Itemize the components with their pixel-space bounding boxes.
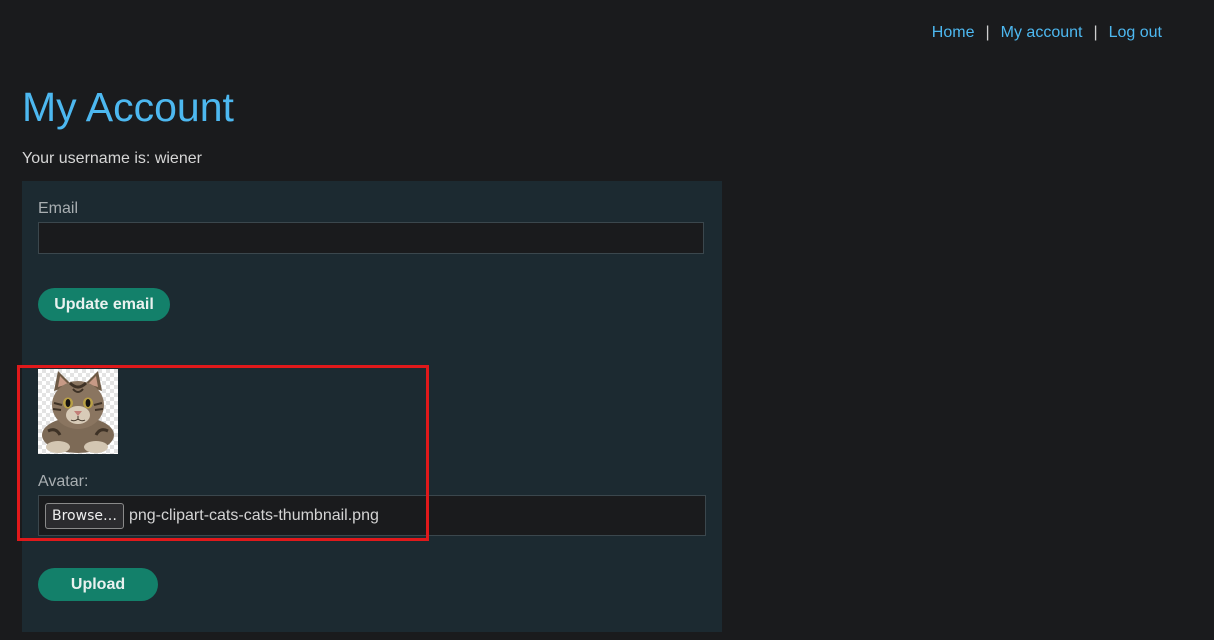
account-panel: Email Update email Avatar: Browse… png-c…	[22, 181, 722, 632]
avatar-file-input[interactable]: Browse… png-clipart-cats-cats-thumbnail.…	[38, 495, 706, 536]
upload-button[interactable]: Upload	[38, 568, 158, 601]
username-text: Your username is: wiener	[22, 150, 202, 167]
nav-home-link[interactable]: Home	[932, 24, 975, 42]
top-nav: Home | My account | Log out	[932, 24, 1162, 42]
email-input[interactable]	[38, 222, 704, 254]
browse-button[interactable]: Browse…	[45, 502, 124, 529]
update-email-button[interactable]: Update email	[38, 288, 170, 321]
email-label: Email	[38, 200, 79, 217]
avatar-label: Avatar:	[38, 473, 89, 490]
nav-log-out-link[interactable]: Log out	[1109, 24, 1162, 42]
nav-my-account-link[interactable]: My account	[1001, 24, 1083, 42]
cat-icon	[42, 371, 114, 453]
cat-avatar-image	[38, 369, 118, 454]
nav-separator: |	[985, 24, 990, 41]
page-title: My Account	[22, 84, 234, 130]
selected-file-name: png-clipart-cats-cats-thumbnail.png	[128, 506, 379, 524]
nav-separator: |	[1093, 24, 1098, 41]
